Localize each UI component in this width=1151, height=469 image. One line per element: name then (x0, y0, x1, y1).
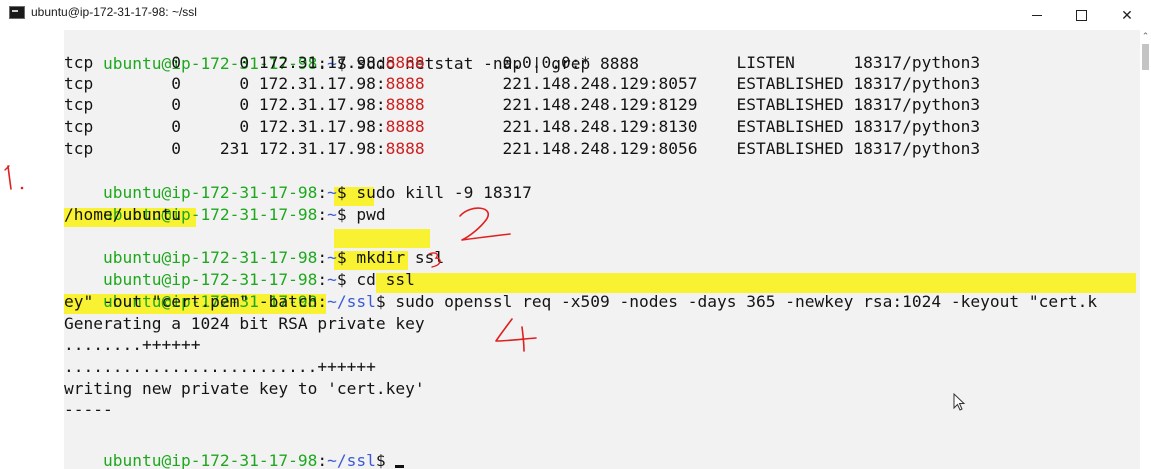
terminal-line: /home/ubuntu (64, 205, 181, 224)
terminal-icon (9, 6, 25, 19)
terminal-line: ubuntu@ip-172-31-17-98:~/ssl$ sudo opens… (102, 292, 1098, 311)
terminal-line: ----- (64, 400, 113, 419)
terminal-line: ey" -out "cert.pem" -batch (64, 292, 318, 311)
close-icon: ✕ (1121, 6, 1133, 23)
terminal-prompt[interactable]: ubuntu@ip-172-31-17-98:~/ssl$ (64, 428, 405, 469)
netstat-row: tcp 0 231 172.31.17.98:8888 221.148.248.… (64, 139, 981, 158)
title-bar: ubuntu@ip-172-31-17-98: ~/ssl ✕ (0, 0, 1151, 30)
annotation-1 (4, 165, 24, 190)
maximize-icon (1075, 9, 1087, 21)
terminal-line: ubuntu@ip-172-31-17-98:~$ sudo netstat -… (102, 54, 640, 73)
terminal-line: writing new private key to 'cert.key' (64, 379, 425, 398)
netstat-row: tcp 0 0 172.31.17.98:8888 221.148.248.12… (64, 117, 981, 136)
minimize-button[interactable] (1014, 0, 1060, 30)
terminal-output[interactable]: ubuntu@ip-172-31-17-98:~$ sudo netstat -… (64, 30, 1140, 469)
terminal-line: ubuntu@ip-172-31-17-98:~$ cd ssl (102, 270, 415, 289)
window-title: ubuntu@ip-172-31-17-98: ~/ssl (31, 5, 197, 19)
netstat-row: tcp 0 0 172.31.17.98:8888 0.0.0.0:* LIST… (64, 53, 981, 72)
scroll-thumb[interactable] (1142, 44, 1149, 70)
terminal-line: ........++++++ (64, 335, 201, 354)
text-cursor (395, 465, 405, 468)
terminal-line: ..........................++++++ (64, 357, 376, 376)
terminal-line: ubuntu@ip-172-31-17-98:~$ mkdir ssl (102, 248, 445, 267)
scrollbar[interactable]: ⌃ (1140, 30, 1151, 469)
terminal-line: ubuntu@ip-172-31-17-98:~$ pwd (102, 205, 386, 224)
maximize-button[interactable] (1058, 0, 1104, 30)
terminal-line: Generating a 1024 bit RSA private key (64, 314, 425, 333)
mouse-pointer-icon (953, 393, 966, 411)
terminal-line: ubuntu@ip-172-31-17-98:~$ sudo kill -9 1… (102, 183, 532, 202)
close-button[interactable]: ✕ (1104, 0, 1150, 30)
netstat-row: tcp 0 0 172.31.17.98:8888 221.148.248.12… (64, 95, 981, 114)
netstat-row: tcp 0 0 172.31.17.98:8888 221.148.248.12… (64, 74, 981, 93)
minimize-icon (1032, 14, 1042, 16)
scroll-up-icon[interactable]: ⌃ (1141, 32, 1150, 41)
